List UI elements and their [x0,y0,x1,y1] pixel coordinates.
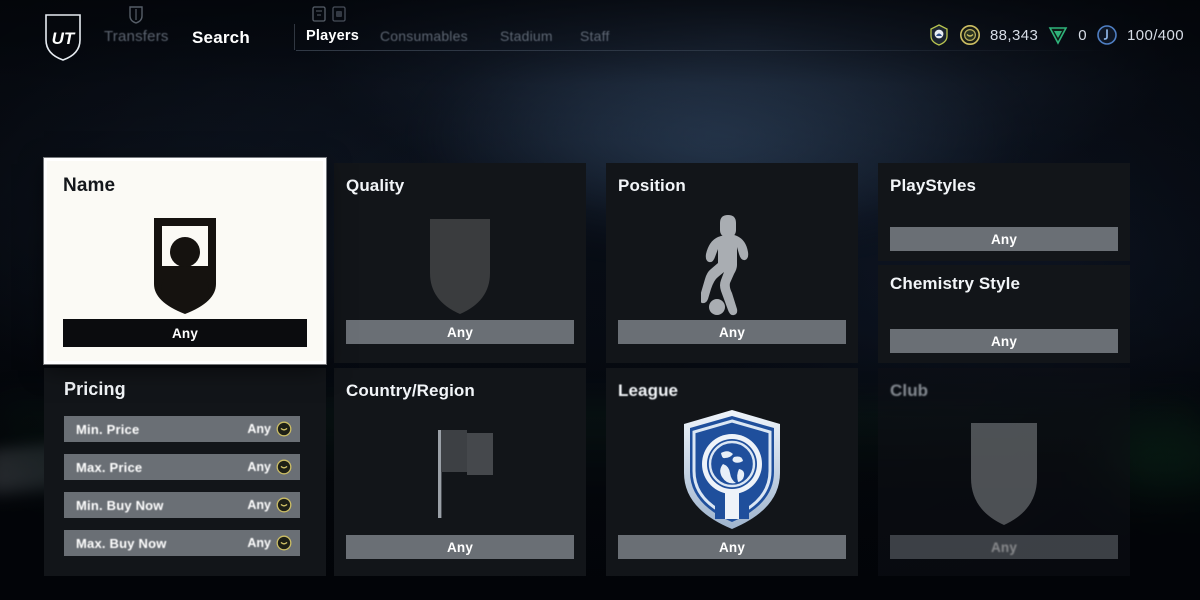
filter-card-pricing: Pricing Min. Price Any Max. Price Any Mi… [44,368,326,576]
filter-title-pricing: Pricing [64,379,126,399]
price-row-label: Min. Buy Now [76,497,164,513]
coin-icon [959,24,981,46]
price-row-value: Any [247,460,271,474]
filter-value-club-text: Any [990,539,1018,555]
filter-value-quality-text: Any [446,324,474,340]
filter-card-club[interactable]: Club Any [878,368,1130,576]
price-row-min-buy-now[interactable]: Min. Buy Now Any [64,492,300,518]
filter-title-playstyles: PlayStyles [890,176,977,195]
transfer-list-value: 100/400 [1126,26,1184,44]
ut-logo-text: UT [52,29,76,48]
price-row-label: Max. Price [76,459,143,475]
transfer-icon [1096,24,1118,46]
ut-crest-logo[interactable]: UT [42,12,84,62]
coin-icon [276,459,292,475]
filter-value-country-region-text: Any [446,539,474,555]
filter-value-club[interactable]: Any [890,535,1118,559]
coin-icon [276,497,292,513]
filter-value-league[interactable]: Any [618,535,846,559]
price-row-label: Max. Buy Now [76,535,167,551]
player-silhouette-icon [606,207,858,323]
coins-value: 88,343 [989,26,1039,44]
filter-title-chemistry-style: Chemistry Style [890,274,1020,293]
nav-item-consumables[interactable]: Consumables [380,28,468,44]
filter-title-position: Position [618,176,686,195]
price-row-label: Min. Price [76,421,140,437]
filter-value-playstyles[interactable]: Any [890,227,1118,251]
nav-item-staff[interactable]: Staff [580,28,610,44]
club-badge-icon[interactable] [928,24,950,46]
player-portrait-icon [47,207,323,325]
filter-card-country-region[interactable]: Country/Region Any [334,368,586,576]
nav-item-search[interactable]: Search [192,28,250,48]
filter-title-country-region: Country/Region [346,381,475,400]
filter-value-name[interactable]: Any [63,319,307,347]
filter-card-chemistry-style[interactable]: Chemistry Style Any [878,265,1130,363]
filter-value-chemistry-style-text: Any [990,333,1018,349]
filter-value-position-text: Any [718,324,746,340]
filter-title-quality: Quality [346,176,405,195]
price-row-value: Any [247,422,271,436]
coin-icon [276,421,292,437]
filter-card-league[interactable]: League Any [606,368,858,576]
filter-card-position[interactable]: Position Any [606,163,858,363]
filter-value-name-text: Any [171,325,199,341]
league-globe-shield-icon [606,402,858,538]
nav-item-stadium[interactable]: Stadium [500,28,553,44]
filter-title-club: Club [890,381,929,400]
price-row-value: Any [247,536,271,550]
shield-icon [878,416,1130,532]
filter-title-name: Name [63,175,116,196]
points-value: 0 [1078,26,1087,44]
filter-value-position[interactable]: Any [618,320,846,344]
nav-underline-rule [296,50,1116,51]
price-row-value: Any [247,498,271,512]
filter-title-league: League [618,381,679,400]
currency-status-bar: 88,343 0 100/400 [928,24,1184,46]
price-row-min-price[interactable]: Min. Price Any [64,416,300,442]
ultimate-team-transfer-search-screen: UT Transfers Search Players Consumables … [0,0,1200,600]
price-row-max-price[interactable]: Max. Price Any [64,454,300,480]
filter-value-chemistry-style[interactable]: Any [890,329,1118,353]
nav-item-transfers[interactable]: Transfers [104,28,169,45]
filter-card-name[interactable]: Name Any [44,158,326,364]
coin-icon [276,535,292,551]
filter-card-quality[interactable]: Quality Any [334,163,586,363]
price-row-max-buy-now[interactable]: Max. Buy Now Any [64,530,300,556]
filter-value-league-text: Any [718,539,746,555]
search-filter-grid: Name Any Quality Any Position Any PlaySt… [0,0,1200,600]
filter-value-quality[interactable]: Any [346,320,574,344]
filter-value-playstyles-text: Any [990,231,1018,247]
filter-value-country-region[interactable]: Any [346,535,574,559]
card-icon [312,6,328,24]
shield-icon [334,211,586,323]
card-icon-secondary [332,6,348,24]
nav-divider [294,24,295,50]
flag-icon [334,418,586,530]
filter-card-playstyles[interactable]: PlayStyles Any [878,163,1130,261]
crest-icon [128,6,144,24]
nav-item-players[interactable]: Players [306,28,359,44]
points-icon [1047,24,1069,46]
